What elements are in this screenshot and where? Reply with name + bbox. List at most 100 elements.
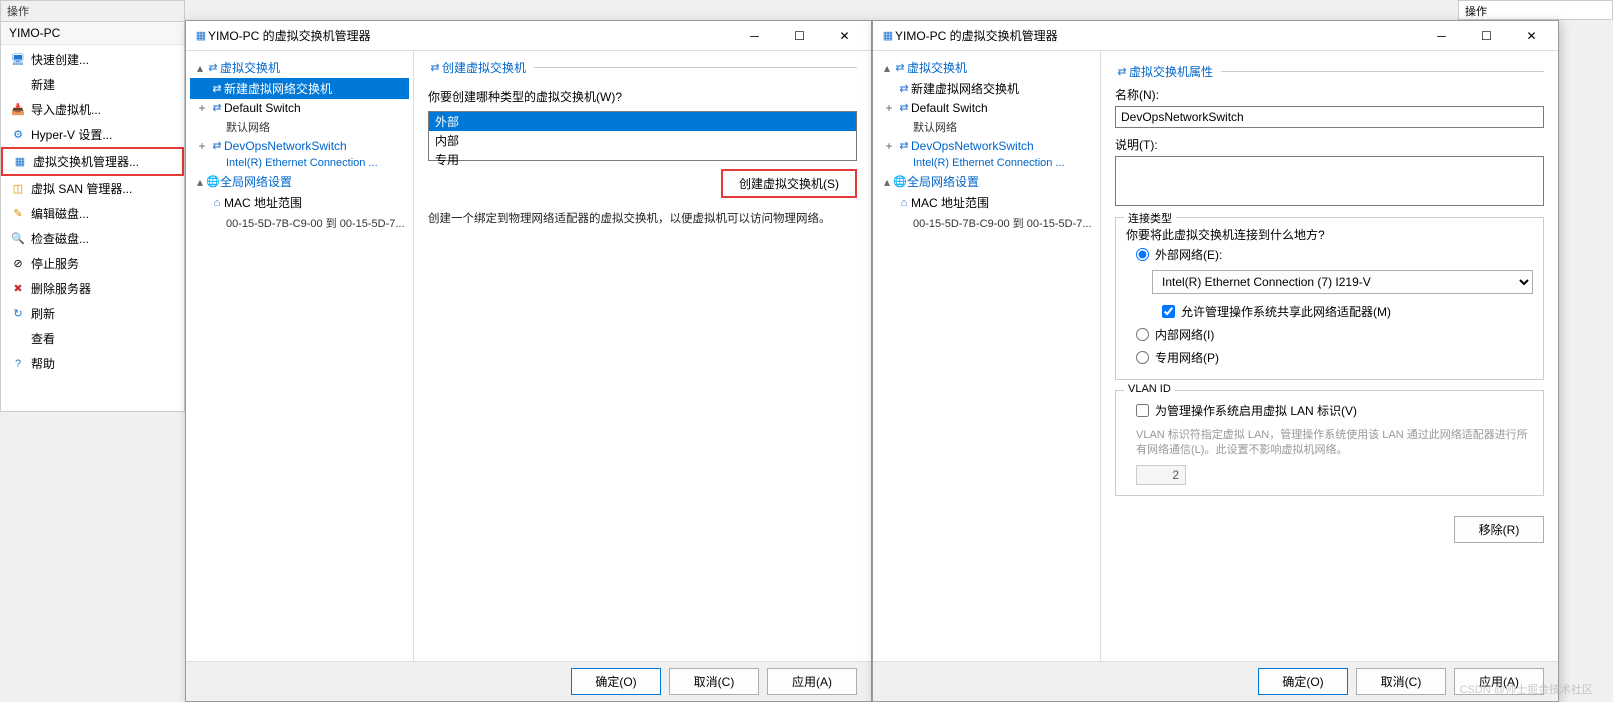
action-icon: ? xyxy=(11,357,25,371)
sidebar-item-label: 检查磁盘... xyxy=(31,230,89,247)
tree-item-new-vswitch[interactable]: ⇄ 新建虚拟网络交换机 xyxy=(877,78,1096,99)
type-description: 创建一个绑定到物理网络适配器的虚拟交换机，以便虚拟机可以访问物理网络。 xyxy=(428,210,857,226)
action-icon: 🖥 xyxy=(11,53,25,67)
radio-private-input[interactable] xyxy=(1136,351,1149,364)
close-button[interactable]: ✕ xyxy=(1509,22,1554,50)
create-vswitch-button[interactable]: 创建虚拟交换机(S) xyxy=(721,169,857,198)
sidebar-item-1[interactable]: 新建 xyxy=(1,72,184,97)
apply-button[interactable]: 应用(A) xyxy=(767,668,857,695)
tree-section-global[interactable]: ▴🌐 全局网络设置 xyxy=(877,171,1096,192)
mac-icon: ⌂ xyxy=(897,196,911,210)
action-icon: 🔍 xyxy=(11,232,25,246)
share-checkbox-row[interactable]: 允许管理操作系统共享此网络适配器(M) xyxy=(1152,300,1533,323)
host-label[interactable]: YIMO-PC xyxy=(1,22,184,45)
vlan-checkbox[interactable] xyxy=(1136,404,1149,417)
sidebar-item-4[interactable]: ▦ 虚拟交换机管理器... xyxy=(1,147,184,176)
listbox-item-private[interactable]: 专用 xyxy=(429,150,856,169)
vswitch-properties-panel: ⇄ 虚拟交换机属性 名称(N): 说明(T): 连接类型 你要将此虚拟交换机连接… xyxy=(1101,51,1558,661)
switch-icon: ⇄ xyxy=(897,101,911,115)
close-button[interactable]: ✕ xyxy=(822,22,867,50)
new-icon: ⇄ xyxy=(897,82,911,96)
create-vswitch-panel: ⇄ 创建虚拟交换机 你要创建哪种类型的虚拟交换机(W)? 外部 内部 专用 创建… xyxy=(414,51,871,661)
sidebar-item-label: 新建 xyxy=(31,76,55,93)
tree-item-new-vswitch[interactable]: ⇄ 新建虚拟网络交换机 xyxy=(190,78,409,99)
name-input[interactable] xyxy=(1115,106,1544,128)
ok-button[interactable]: 确定(O) xyxy=(1258,668,1348,695)
ok-button[interactable]: 确定(O) xyxy=(571,668,661,695)
switch-icon: ⇄ xyxy=(897,139,911,153)
remove-button[interactable]: 移除(R) xyxy=(1454,516,1544,543)
tree-sub-devops: Intel(R) Ethernet Connection ... xyxy=(877,155,1096,171)
sidebar-item-10[interactable]: ↻刷新 xyxy=(1,301,184,326)
action-icon: ▦ xyxy=(13,155,27,169)
switch-type-listbox[interactable]: 外部 内部 专用 xyxy=(428,111,857,161)
sidebar-item-11[interactable]: 查看 xyxy=(1,326,184,351)
network-icon: ⇄ xyxy=(893,61,907,75)
listbox-item-internal[interactable]: 内部 xyxy=(429,131,856,150)
actions-sidebar: 操作 YIMO-PC 🖥 快速创建... 新建 📥导入虚拟机...⚙Hyper-V 设… xyxy=(0,0,185,412)
dialog-buttons: 确定(O) 取消(C) 应用(A) xyxy=(186,661,871,701)
sidebar-item-label: 停止服务 xyxy=(31,255,79,272)
tree-item-default-switch[interactable]: + ⇄ Default Switch xyxy=(190,99,409,117)
minimize-button[interactable]: ─ xyxy=(1419,22,1464,50)
group-title: 连接类型 xyxy=(1124,210,1176,226)
sidebar-item-7[interactable]: 🔍 检查磁盘... xyxy=(1,226,184,251)
radio-private[interactable]: 专用网络(P) xyxy=(1126,346,1533,369)
tree-panel: ▴⇄ 虚拟交换机 ⇄ 新建虚拟网络交换机 + ⇄ Default Switch … xyxy=(186,51,414,661)
radio-external-input[interactable] xyxy=(1136,248,1149,261)
maximize-button[interactable]: ☐ xyxy=(777,22,822,50)
action-icon: ✖ xyxy=(11,282,25,296)
vlan-group: VLAN ID 为管理操作系统启用虚拟 LAN 标识(V) VLAN 标识符指定… xyxy=(1115,390,1544,496)
sidebar-item-label: 帮助 xyxy=(31,355,55,372)
sidebar-item-8[interactable]: ⊘ 停止服务 xyxy=(1,251,184,276)
tree-item-devops[interactable]: + ⇄ DevOpsNetworkSwitch xyxy=(190,137,409,155)
vlan-checkbox-row[interactable]: 为管理操作系统启用虚拟 LAN 标识(V) xyxy=(1126,399,1533,422)
tree-item-default-switch[interactable]: + ⇄ Default Switch xyxy=(877,99,1096,117)
action-icon: ✎ xyxy=(11,207,25,221)
new-icon: ⇄ xyxy=(210,82,224,96)
tree-section-global[interactable]: ▴🌐 全局网络设置 xyxy=(190,171,409,192)
tree-section-vswitch[interactable]: ▴⇄ 虚拟交换机 xyxy=(190,57,409,78)
tree-section-vswitch[interactable]: ▴⇄ 虚拟交换机 xyxy=(877,57,1096,78)
cancel-button[interactable]: 取消(C) xyxy=(1356,668,1446,695)
sidebar-item-0[interactable]: 🖥 快速创建... xyxy=(1,47,184,72)
dialog-buttons: 确定(O) 取消(C) 应用(A) xyxy=(873,661,1558,701)
share-checkbox[interactable] xyxy=(1162,305,1175,318)
sidebar-item-6[interactable]: ✎编辑磁盘... xyxy=(1,201,184,226)
type-question: 你要创建哪种类型的虚拟交换机(W)? xyxy=(428,88,857,105)
tree-sub-default: 默认网络 xyxy=(877,117,1096,137)
radio-external[interactable]: 外部网络(E): xyxy=(1126,243,1533,266)
sidebar-item-9[interactable]: ✖删除服务器 xyxy=(1,276,184,301)
panel-title: 虚拟交换机属性 xyxy=(1129,63,1213,80)
listbox-item-external[interactable]: 外部 xyxy=(429,112,856,131)
switch-icon: ⇄ xyxy=(1115,65,1129,79)
desc-textarea[interactable] xyxy=(1115,156,1544,206)
action-icon: 📥 xyxy=(11,103,25,117)
sidebar-item-label: 虚拟交换机管理器... xyxy=(33,153,139,170)
sidebar-item-5[interactable]: ◫虚拟 SAN 管理器... xyxy=(1,176,184,201)
tree-item-mac[interactable]: ⌂ MAC 地址范围 xyxy=(877,192,1096,213)
tree-panel: ▴⇄ 虚拟交换机 ⇄ 新建虚拟网络交换机 + ⇄ Default Switch … xyxy=(873,51,1101,661)
tree-item-devops[interactable]: + ⇄ DevOpsNetworkSwitch xyxy=(877,137,1096,155)
cancel-button[interactable]: 取消(C) xyxy=(669,668,759,695)
radio-internal-input[interactable] xyxy=(1136,328,1149,341)
adapter-select[interactable]: Intel(R) Ethernet Connection (7) I219-V xyxy=(1152,270,1533,294)
network-icon: ⇄ xyxy=(206,61,220,75)
switch-icon: ⇄ xyxy=(428,61,442,75)
vlan-id-input xyxy=(1136,465,1186,485)
desc-label: 说明(T): xyxy=(1115,136,1544,153)
minimize-button[interactable]: ─ xyxy=(732,22,777,50)
app-icon: ▦ xyxy=(194,29,208,43)
apply-button[interactable]: 应用(A) xyxy=(1454,668,1544,695)
sidebar-item-label: 快速创建... xyxy=(31,51,89,68)
maximize-button[interactable]: ☐ xyxy=(1464,22,1509,50)
sidebar-item-3[interactable]: ⚙Hyper-V 设置... xyxy=(1,122,184,147)
radio-internal[interactable]: 内部网络(I) xyxy=(1126,323,1533,346)
titlebar: ▦ YIMO-PC 的虚拟交换机管理器 ─ ☐ ✕ xyxy=(873,21,1558,51)
sidebar-item-12[interactable]: ? 帮助 xyxy=(1,351,184,376)
globe-icon: 🌐 xyxy=(893,175,907,189)
sidebar-item-2[interactable]: 📥导入虚拟机... xyxy=(1,97,184,122)
action-icon: ⊘ xyxy=(11,257,25,271)
sidebar-title: 操作 xyxy=(1,1,184,22)
tree-item-mac[interactable]: ⌂ MAC 地址范围 xyxy=(190,192,409,213)
